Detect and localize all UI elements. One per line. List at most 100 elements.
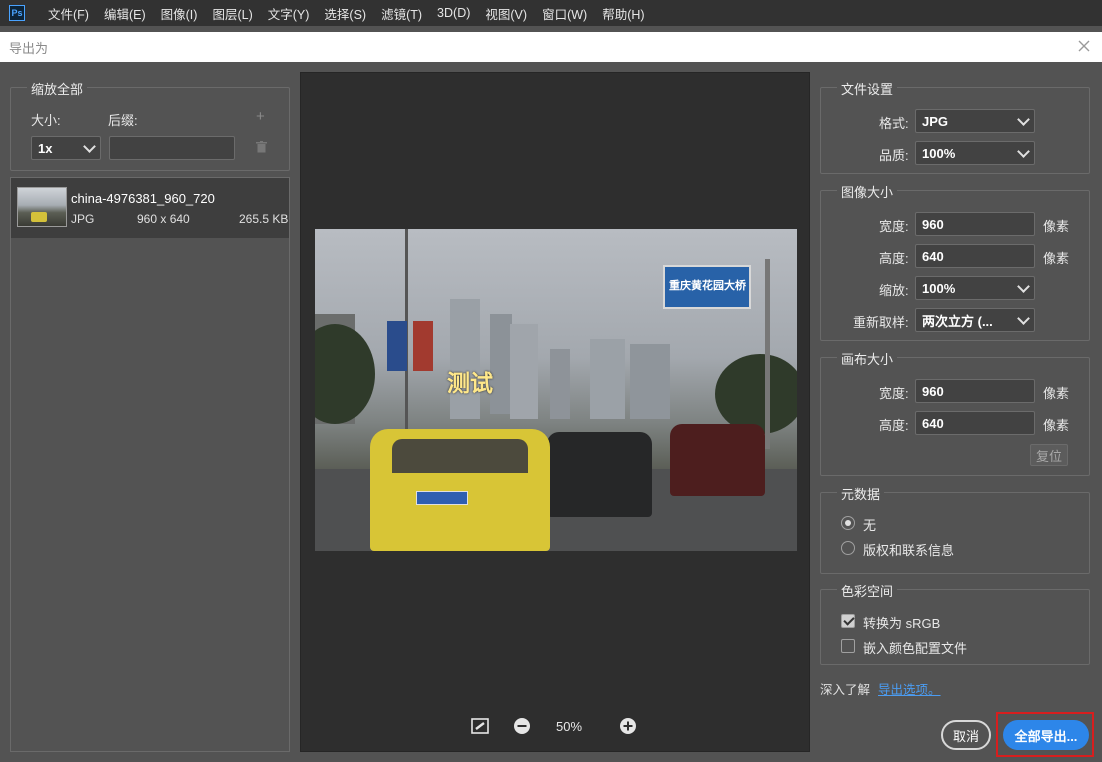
embed-profile-label: 嵌入颜色配置文件	[863, 641, 968, 656]
photoshop-logo-icon: Ps	[9, 5, 25, 21]
image-width-label: 宽度:	[879, 219, 909, 234]
export-dialog: 缩放全部 大小: 后缀: + 1x china-4976381_960_720 …	[0, 62, 1102, 762]
asset-format: JPG	[71, 212, 95, 226]
trash-icon[interactable]	[256, 141, 267, 153]
image-size-group: 图像大小 宽度: 960 像素 高度: 640 像素 缩放: 100% 重新取样…	[820, 182, 1090, 341]
canvas-size-title: 画布大小	[837, 349, 898, 368]
zoom-in-icon[interactable]	[619, 717, 637, 735]
menu-window[interactable]: 窗口(W)	[539, 4, 590, 23]
menu-layer[interactable]: 图层(L)	[209, 4, 255, 23]
metadata-title: 元数据	[837, 484, 885, 503]
image-thumbnail	[17, 187, 67, 227]
metadata-none-radio[interactable]	[841, 516, 855, 530]
cancel-button[interactable]: 取消	[941, 720, 991, 750]
canvas-width-label: 宽度:	[879, 386, 909, 401]
image-size-title: 图像大小	[837, 182, 898, 201]
asset-dimensions: 960 x 640	[137, 212, 190, 226]
metadata-copyright-radio[interactable]	[841, 541, 855, 555]
watermark-text: 测试	[447, 371, 493, 397]
suffix-label: 后缀:	[108, 113, 138, 128]
asset-filesize: 265.5 KB	[239, 212, 289, 226]
resample-select[interactable]: 两次立方 (...	[915, 308, 1035, 332]
menu-view[interactable]: 视图(V)	[482, 4, 530, 23]
image-height-label: 高度:	[879, 251, 909, 266]
convert-srgb-checkbox[interactable]	[841, 614, 855, 628]
file-settings-title: 文件设置	[837, 79, 898, 98]
quality-label: 品质:	[879, 148, 909, 163]
quality-select[interactable]: 100%	[915, 141, 1035, 165]
canvas-width-input[interactable]: 960	[915, 379, 1035, 403]
asset-filename: china-4976381_960_720	[71, 191, 215, 206]
sign-text: 重庆黄花园大桥	[669, 279, 746, 292]
convert-srgb-label: 转换为 sRGB	[863, 616, 941, 631]
preview-image: 重庆黄花园大桥 测试	[315, 229, 797, 551]
menu-type[interactable]: 文字(Y)	[265, 4, 313, 23]
car	[670, 424, 765, 496]
menu-image[interactable]: 图像(I)	[158, 4, 201, 23]
export-button-highlight: 全部导出...	[996, 712, 1094, 757]
image-height-unit: 像素	[1043, 251, 1070, 266]
chevron-down-icon	[1017, 280, 1030, 293]
image-width-unit: 像素	[1043, 219, 1070, 234]
metadata-group: 元数据 无 版权和联系信息	[820, 484, 1090, 574]
format-value: JPG	[922, 113, 949, 129]
size-select[interactable]: 1x	[31, 136, 101, 160]
road-sign: 重庆黄花园大桥	[663, 265, 751, 309]
learn-more-text: 深入了解	[820, 683, 871, 697]
canvas-height-label: 高度:	[879, 418, 909, 433]
scale-all-title: 缩放全部	[27, 79, 88, 98]
image-height-input[interactable]: 640	[915, 244, 1035, 268]
color-space-group: 色彩空间 转换为 sRGB 嵌入颜色配置文件	[820, 581, 1090, 665]
resample-label: 重新取样:	[853, 315, 909, 330]
chevron-down-icon	[83, 140, 96, 153]
format-label: 格式:	[879, 116, 909, 131]
asset-list: china-4976381_960_720 JPG 960 x 640 265.…	[10, 177, 290, 752]
car	[547, 432, 652, 517]
zoom-bar: 50%	[461, 715, 641, 739]
scale-all-group: 缩放全部 大小: 后缀: + 1x	[10, 79, 290, 171]
scale-select[interactable]: 100%	[915, 276, 1035, 300]
menu-3d[interactable]: 3D(D)	[434, 6, 473, 20]
color-space-title: 色彩空间	[837, 581, 898, 600]
metadata-copyright-label: 版权和联系信息	[863, 543, 955, 558]
fit-screen-icon[interactable]	[471, 717, 489, 735]
chevron-down-icon	[1017, 145, 1030, 158]
chevron-down-icon	[1017, 113, 1030, 126]
resample-value: 两次立方 (...	[922, 313, 993, 329]
format-select[interactable]: JPG	[915, 109, 1035, 133]
scale-label: 缩放:	[879, 283, 909, 298]
export-all-button[interactable]: 全部导出...	[1003, 720, 1089, 750]
scale-value: 100%	[922, 280, 956, 296]
menu-bar: Ps 文件(F) 编辑(E) 图像(I) 图层(L) 文字(Y) 选择(S) 滤…	[0, 0, 1102, 26]
zoom-out-icon[interactable]	[513, 717, 531, 735]
chevron-down-icon	[1017, 312, 1030, 325]
menu-help[interactable]: 帮助(H)	[599, 4, 647, 23]
zoom-level: 50%	[556, 719, 583, 734]
menu-edit[interactable]: 编辑(E)	[101, 4, 149, 23]
preview-area[interactable]: 重庆黄花园大桥 测试 50%	[300, 72, 810, 752]
canvas-height-input[interactable]: 640	[915, 411, 1035, 435]
add-icon[interactable]: +	[256, 108, 265, 125]
size-select-value: 1x	[38, 140, 53, 156]
list-item[interactable]: china-4976381_960_720 JPG 960 x 640 265.…	[11, 178, 289, 238]
image-width-input[interactable]: 960	[915, 212, 1035, 236]
reset-button[interactable]: 复位	[1030, 444, 1068, 466]
size-label: 大小:	[31, 113, 61, 128]
taxi	[370, 429, 550, 551]
export-options-link[interactable]: 导出选项。	[878, 683, 941, 697]
canvas-height-unit: 像素	[1043, 418, 1070, 433]
close-icon[interactable]	[1076, 38, 1092, 54]
canvas-size-group: 画布大小 宽度: 960 像素 高度: 640 像素 复位	[820, 349, 1090, 476]
menu-select[interactable]: 选择(S)	[321, 4, 369, 23]
canvas-width-unit: 像素	[1043, 386, 1070, 401]
dialog-titlebar: 导出为	[0, 32, 1102, 62]
dialog-title: 导出为	[9, 40, 49, 56]
embed-profile-checkbox[interactable]	[841, 639, 855, 653]
quality-value: 100%	[922, 145, 956, 161]
metadata-none-label: 无	[863, 518, 877, 533]
learn-more: 深入了解 导出选项。	[820, 679, 941, 698]
file-settings-group: 文件设置 格式: JPG 品质: 100%	[820, 79, 1090, 174]
suffix-input[interactable]	[109, 136, 235, 160]
menu-filter[interactable]: 滤镜(T)	[378, 4, 425, 23]
menu-file[interactable]: 文件(F)	[45, 4, 92, 23]
